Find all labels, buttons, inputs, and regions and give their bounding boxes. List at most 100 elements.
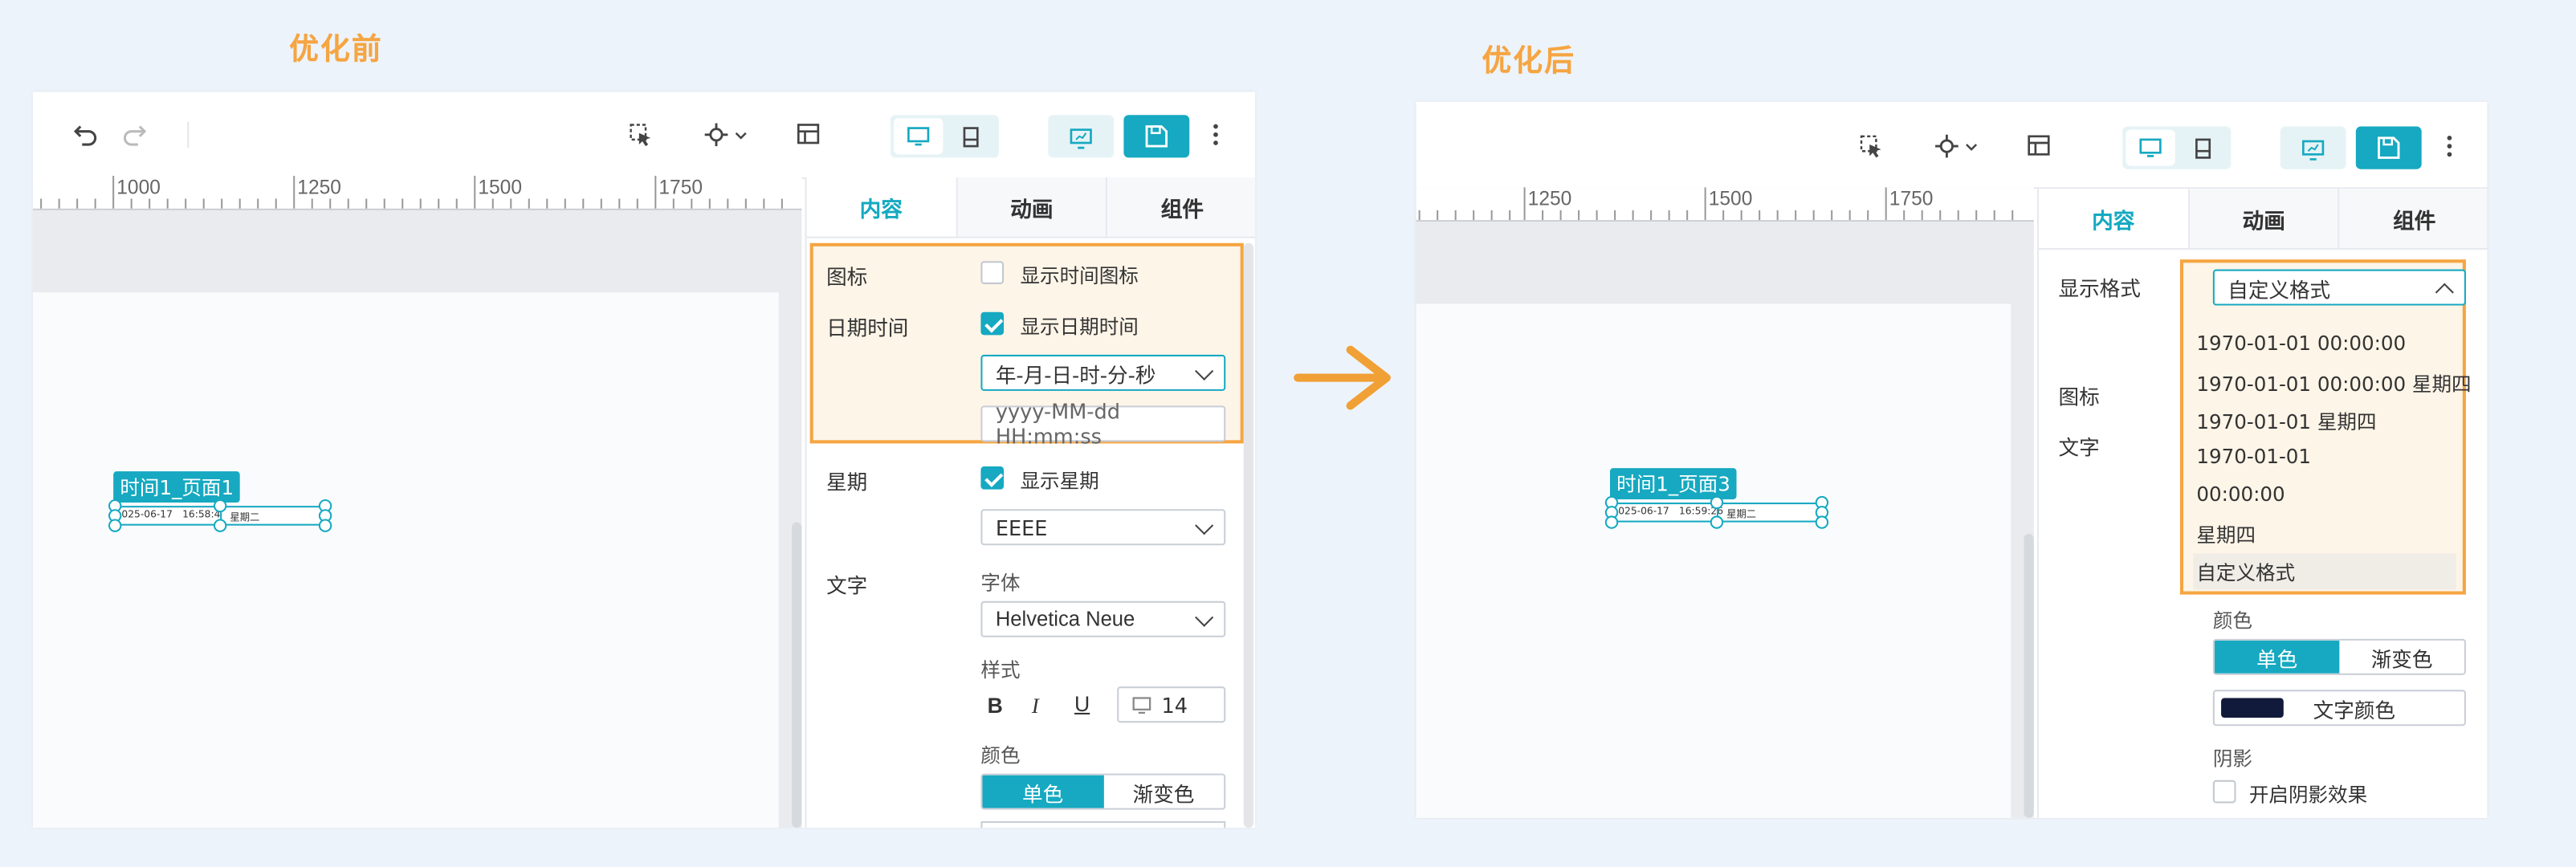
- select-cursor-icon[interactable]: [621, 115, 660, 154]
- crosshair-icon[interactable]: [700, 115, 756, 154]
- gradient-color-option[interactable]: 渐变色: [2339, 641, 2464, 674]
- style-label: 样式: [980, 658, 1021, 682]
- component-date: 025-06-17: [1618, 506, 1669, 518]
- chevron-down-icon: [1195, 516, 1214, 535]
- device-switch: [2122, 126, 2232, 169]
- underline-button[interactable]: U: [1074, 691, 1090, 716]
- gradient-color-option[interactable]: 渐变色: [1103, 775, 1224, 808]
- resize-handle[interactable]: [1710, 495, 1724, 510]
- display-format-value: 自定义格式: [2228, 276, 2331, 302]
- divider: [187, 121, 190, 149]
- more-vertical-icon[interactable]: [1196, 115, 1235, 154]
- ruler-label: 1750: [1889, 187, 1934, 210]
- resize-handle[interactable]: [1710, 515, 1724, 529]
- solid-color-option[interactable]: 单色: [2214, 640, 2340, 674]
- component-name-tag: 时间1_页面1: [113, 471, 241, 503]
- mobile-icon[interactable]: [2179, 130, 2228, 166]
- toolbar: [1416, 101, 2488, 189]
- color-mode-toggle: 单色 渐变色: [980, 773, 1226, 810]
- preview-icon: [1070, 124, 1093, 156]
- format-option[interactable]: 1970-01-01 星期四: [2196, 407, 2376, 435]
- show-week-checkbox[interactable]: [980, 466, 1005, 490]
- format-option[interactable]: 1970-01-01 00:00:00: [2196, 332, 2406, 355]
- text-label: 文字: [826, 573, 868, 598]
- artboard[interactable]: [32, 292, 779, 828]
- resize-handle[interactable]: [1604, 515, 1619, 529]
- week-format-value: EEEE: [995, 515, 1048, 540]
- panel-scrollbar[interactable]: [1243, 242, 1254, 828]
- italic-button[interactable]: I: [1032, 693, 1039, 719]
- format-option[interactable]: 自定义格式: [2196, 559, 2295, 587]
- preview-button[interactable]: [2280, 126, 2346, 169]
- preview-button[interactable]: [1048, 115, 1115, 158]
- font-size-value: 14: [1161, 692, 1188, 718]
- property-panel: 内容 动画 组件 显示格式 图标 文字 自定义格式 1970-01-01 00:…: [2036, 189, 2488, 818]
- tab-content[interactable]: 内容: [806, 177, 958, 237]
- desktop-icon: [1132, 696, 1151, 714]
- display-format-select[interactable]: 自定义格式: [2212, 269, 2466, 306]
- resize-handle[interactable]: [318, 519, 332, 532]
- format-option[interactable]: 1970-01-01: [2196, 445, 2311, 468]
- bold-button[interactable]: B: [988, 693, 1003, 718]
- resize-handle[interactable]: [108, 519, 122, 532]
- text-color-button[interactable]: [980, 820, 1226, 828]
- datetime-format-select[interactable]: 年-月-日-时-分-秒: [980, 354, 1226, 391]
- desktop-icon[interactable]: [2126, 129, 2175, 166]
- resize-handle[interactable]: [1815, 515, 1829, 529]
- component-date: 025-06-17: [121, 509, 173, 521]
- more-vertical-icon[interactable]: [2430, 127, 2469, 166]
- week-format-select[interactable]: EEEE: [980, 509, 1226, 546]
- vertical-scrollbar[interactable]: [792, 522, 802, 828]
- resize-handle[interactable]: [213, 519, 227, 532]
- chevron-down-icon: [1195, 361, 1214, 381]
- show-week-text: 显示星期: [1020, 470, 1099, 493]
- editor-window-before: 1000 1250 1500 1750 时间1_页面1 025-06-17 16…: [32, 92, 1256, 828]
- show-datetime-checkbox[interactable]: [980, 311, 1005, 336]
- custom-format-input[interactable]: yyyy-MM-dd HH:mm:ss: [980, 399, 1226, 449]
- format-dropdown: 自定义格式 1970-01-01 00:00:00 1970-01-01 00:…: [2179, 259, 2472, 595]
- show-datetime-text: 显示日期时间: [1020, 315, 1139, 339]
- vertical-scrollbar[interactable]: [2024, 533, 2034, 818]
- color-swatch: [2221, 698, 2284, 718]
- tab-components[interactable]: 组件: [2340, 189, 2488, 248]
- crosshair-icon[interactable]: [1930, 127, 1987, 166]
- tab-animation[interactable]: 动画: [2189, 189, 2341, 248]
- text-color-label: 文字颜色: [2313, 697, 2395, 722]
- shadow-label: 阴影: [2212, 747, 2252, 771]
- solid-color-option[interactable]: 单色: [982, 775, 1103, 808]
- redo-icon[interactable]: [115, 115, 154, 154]
- show-time-icon-checkbox[interactable]: [980, 261, 1005, 284]
- week-label: 星期: [826, 470, 868, 495]
- text-label: 文字: [2058, 435, 2100, 460]
- preview-icon: [2301, 136, 2325, 168]
- tab-components[interactable]: 组件: [1107, 177, 1256, 237]
- format-option[interactable]: 1970-01-01 00:00:00 星期四: [2196, 369, 2471, 397]
- desktop-icon[interactable]: [893, 118, 944, 155]
- save-button[interactable]: [2355, 126, 2422, 169]
- format-option[interactable]: 星期四: [2196, 521, 2256, 549]
- chevron-down-icon: [1195, 608, 1214, 627]
- save-icon: [1145, 125, 1168, 148]
- artboard[interactable]: [1416, 303, 2011, 818]
- tab-content[interactable]: 内容: [2038, 189, 2190, 248]
- font-select[interactable]: Helvetica Neue: [980, 600, 1226, 637]
- resize-handle[interactable]: [213, 499, 227, 513]
- format-option[interactable]: 00:00:00: [2196, 482, 2285, 506]
- select-cursor-icon[interactable]: [1852, 127, 1891, 166]
- datetime-format-value: 年-月-日-时-分-秒: [995, 362, 1156, 387]
- text-color-button[interactable]: 文字颜色: [2212, 690, 2466, 727]
- layout-panel-icon[interactable]: [2019, 127, 2058, 166]
- tab-animation[interactable]: 动画: [957, 177, 1108, 237]
- ruler-label: 1000: [116, 175, 161, 199]
- horizontal-ruler: 1250 1500 1750: [1416, 187, 2034, 222]
- shadow-checkbox[interactable]: [2212, 779, 2236, 804]
- horizontal-ruler: 1000 1250 1500 1750: [32, 175, 802, 210]
- show-time-icon-text: 显示时间图标: [1020, 264, 1139, 288]
- font-size-input[interactable]: 14: [1117, 686, 1226, 723]
- save-button[interactable]: [1123, 115, 1190, 158]
- mobile-icon[interactable]: [946, 118, 995, 154]
- layout-panel-icon[interactable]: [789, 115, 828, 154]
- font-value: Helvetica Neue: [995, 607, 1135, 631]
- undo-icon[interactable]: [66, 115, 105, 154]
- custom-format-placeholder: yyyy-MM-dd HH:mm:ss: [995, 399, 1120, 449]
